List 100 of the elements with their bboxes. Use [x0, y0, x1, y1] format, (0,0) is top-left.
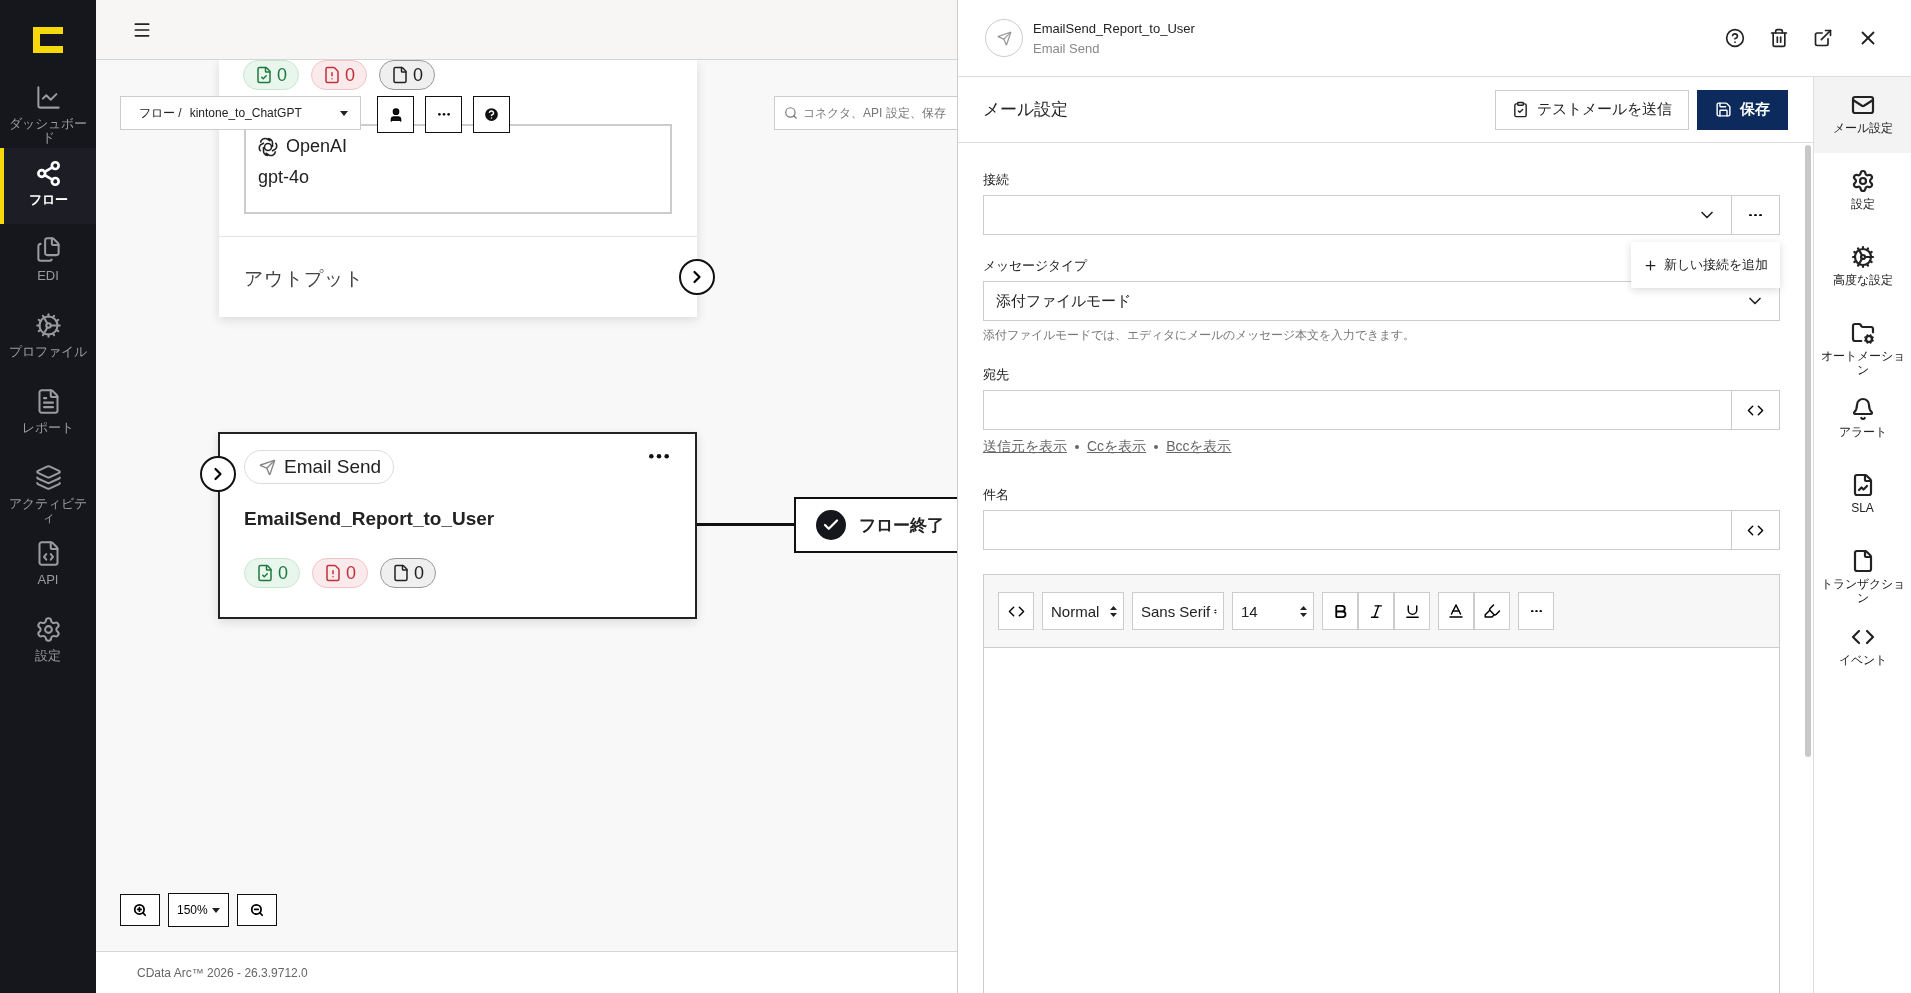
- node-card[interactable]: Email Send EmailSend_Report_to_User 0 0 0: [218, 432, 697, 619]
- share-nodes-icon: [34, 160, 62, 187]
- bell-icon: [1850, 397, 1875, 421]
- side-tab[interactable]: メール設定: [1814, 77, 1911, 153]
- count-badge: 0: [311, 60, 368, 90]
- section-title: メール設定: [983, 99, 1069, 121]
- file-check-icon: [256, 564, 274, 582]
- show-field-link[interactable]: Bccを表示: [1166, 438, 1232, 456]
- ellipsis-icon: [437, 113, 450, 116]
- end-node[interactable]: フロー終了: [794, 497, 957, 553]
- nav-item[interactable]: フロー: [0, 148, 96, 224]
- show-field-link[interactable]: Ccを表示: [1087, 438, 1147, 456]
- clipboard-check-icon: [1512, 101, 1529, 118]
- end-label: フロー終了: [859, 514, 944, 537]
- provider-name: OpenAI: [286, 136, 348, 157]
- save-icon: [1715, 101, 1732, 118]
- type-label: Email Send: [284, 456, 382, 478]
- field-hint: 添付ファイルモードでは、エディタにメールのメッセージ本文を入力できます。: [983, 327, 1416, 344]
- zoom-in-icon: [133, 903, 147, 917]
- format-select[interactable]: Normal: [1042, 592, 1124, 630]
- nav-item[interactable]: レポート: [0, 376, 96, 452]
- caret-icon: [211, 907, 220, 913]
- node-menu-button[interactable]: [649, 454, 669, 459]
- ellipsis-icon: [649, 454, 669, 459]
- up-down-arrows-icon: [1300, 605, 1307, 617]
- trash-icon: [1769, 28, 1789, 48]
- menu-item[interactable]: 新しい接続を追加: [1643, 256, 1768, 274]
- show-field-link[interactable]: 送信元を表示: [983, 438, 1067, 456]
- panel-title: EmailSend_Report_to_User: [1033, 20, 1196, 36]
- logo-icon[interactable]: [33, 27, 63, 53]
- breadcrumb-root[interactable]: フロー /: [139, 104, 182, 122]
- envelope-icon: [1850, 93, 1875, 117]
- count-badge: 0: [312, 558, 369, 588]
- file-warning-icon: [324, 564, 342, 582]
- nav-item[interactable]: プロファイル: [0, 300, 96, 376]
- nav-item[interactable]: 設定: [0, 604, 96, 680]
- folder-gear-icon: [1850, 321, 1875, 345]
- source-code-button[interactable]: [998, 592, 1034, 630]
- panel-subtitle: Email Send: [1033, 40, 1101, 56]
- node-title: EmailSend_Report_to_User: [244, 508, 495, 530]
- zoom-in-button[interactable]: [120, 894, 160, 926]
- input-port[interactable]: [200, 456, 236, 492]
- caret-icon: [340, 110, 348, 116]
- knot-logo-icon: [258, 136, 278, 157]
- file-icon: [392, 564, 411, 582]
- zoom-level-dropdown[interactable]: 150%: [168, 893, 229, 927]
- test-mail-button[interactable]: テストメールを送信: [1495, 89, 1689, 130]
- check-circle-icon: [816, 510, 846, 540]
- output-label: アウトプット: [244, 267, 364, 291]
- underline-button[interactable]: [1394, 592, 1430, 630]
- help-button[interactable]: [473, 96, 510, 133]
- field-label: 件名: [983, 486, 1009, 504]
- bold-button[interactable]: [1322, 592, 1358, 630]
- field-label: 宛先: [983, 366, 1009, 384]
- zoom-out-button[interactable]: [236, 894, 277, 926]
- italic-button[interactable]: [1358, 592, 1394, 630]
- search-field[interactable]: コネクタ、API 設定、保存: [774, 96, 957, 130]
- rich-text-editor[interactable]: Normal Sans Serif 14: [983, 574, 1780, 993]
- count-badge: 0: [244, 558, 300, 588]
- highlight-button[interactable]: [1474, 592, 1510, 630]
- paper-plane-icon: [259, 458, 276, 476]
- user-button[interactable]: [377, 96, 414, 133]
- files-icon: [34, 236, 62, 263]
- field-label: 接続: [983, 171, 1009, 189]
- search-icon: [784, 106, 798, 120]
- scrollbar[interactable]: [1805, 145, 1811, 757]
- zoom-out-icon: [249, 903, 264, 917]
- version-text: CData Arc™ 2026 - 26.3.9712.0: [137, 965, 308, 980]
- nav-item[interactable]: アクティビティ: [0, 452, 96, 528]
- up-down-arrows-icon: [1110, 605, 1117, 617]
- underline-icon: [1403, 602, 1421, 620]
- breadcrumb-dropdown[interactable]: フロー / kintone_to_ChatGPT: [120, 96, 361, 130]
- stacked-trays-icon: [34, 464, 62, 491]
- help-icon: [1725, 28, 1745, 48]
- plus-icon: [1643, 257, 1658, 273]
- count-badge: 0: [379, 60, 436, 90]
- count-badge: 0: [380, 558, 437, 588]
- text-color-button[interactable]: [1438, 592, 1474, 630]
- field-label: メッセージタイプ: [983, 257, 1087, 275]
- help-icon: [483, 106, 500, 123]
- count-badge: 0: [243, 60, 299, 90]
- size-select[interactable]: 14: [1232, 592, 1314, 630]
- output-port[interactable]: [679, 259, 715, 295]
- nav-item[interactable]: API: [0, 528, 96, 604]
- more-button[interactable]: [425, 96, 462, 133]
- file-warning-icon: [323, 66, 341, 84]
- settings-icon: [1850, 169, 1875, 193]
- nav-item[interactable]: EDI: [0, 224, 96, 300]
- ellipsis-icon: [1530, 609, 1542, 613]
- text-color-icon: [1447, 602, 1465, 620]
- external-link-icon: [1813, 28, 1833, 48]
- settings-icon: [34, 616, 62, 643]
- line-chart-icon: [34, 84, 62, 111]
- highlighter-icon: [1483, 602, 1501, 620]
- file-icon: [391, 66, 410, 84]
- save-button[interactable]: 保存: [1697, 89, 1788, 130]
- nav-item[interactable]: ダッシュボード: [0, 72, 96, 148]
- file-check-icon: [255, 66, 273, 84]
- font-select[interactable]: Sans Serif: [1132, 592, 1224, 630]
- model-name: gpt-4o: [258, 167, 311, 188]
